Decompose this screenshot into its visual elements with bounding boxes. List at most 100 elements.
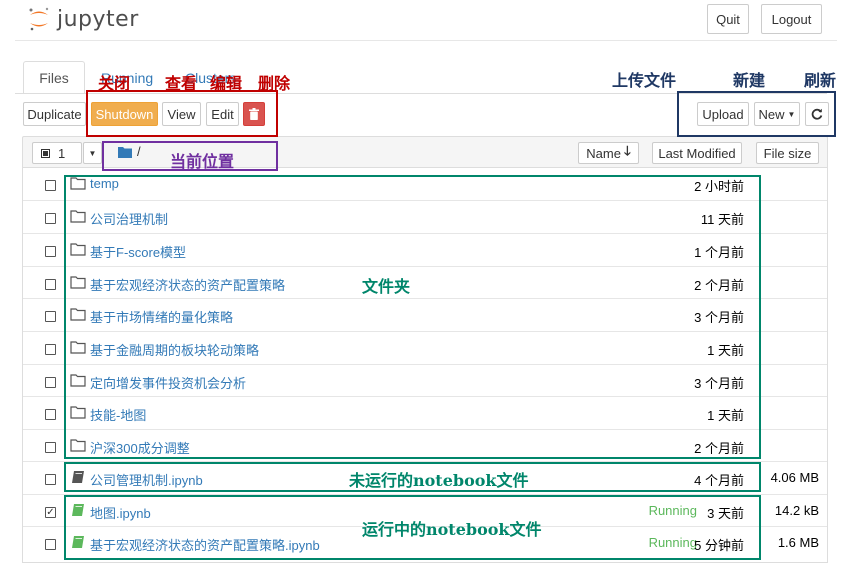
running-indicator: Running — [648, 535, 697, 550]
folder-row[interactable]: 定向增发事件投资机会分析 3 个月前 — [23, 364, 827, 396]
delete-button[interactable] — [243, 102, 265, 126]
tab-divider — [15, 93, 827, 94]
row-checkbox[interactable] — [45, 279, 56, 290]
folder-icon — [70, 374, 86, 387]
file-list-header: 1 ▼ / Name 🡓 Last Modified File size — [22, 136, 828, 168]
folder-row[interactable]: 公司治理机制 11 天前 — [23, 200, 827, 232]
jupyter-logo[interactable]: jupyter — [27, 5, 139, 33]
folder-row[interactable]: 技能-地图 1 天前 — [23, 396, 827, 428]
row-modified: 11 天前 — [700, 212, 744, 227]
row-name-link[interactable]: 沪深300成分调整 — [90, 438, 190, 457]
current-path[interactable]: / — [118, 144, 141, 159]
row-modified: 4 个月前 — [694, 473, 744, 488]
annotation-edit: 编辑 — [210, 74, 243, 93]
row-checkbox[interactable] — [45, 311, 56, 322]
edit-button[interactable]: Edit — [206, 102, 239, 126]
upload-button[interactable]: Upload — [697, 102, 749, 126]
row-size: 4.06 MB — [770, 470, 819, 485]
folder-icon — [70, 341, 86, 354]
folder-row[interactable]: 基于宏观经济状态的资产配置策略 2 个月前 — [23, 266, 827, 298]
view-button[interactable]: View — [162, 102, 201, 126]
caret-down-icon: ▼ — [88, 148, 97, 158]
running-indicator: Running — [648, 503, 697, 518]
folder-row[interactable]: 基于金融周期的板块轮动策略 1 天前 — [23, 331, 827, 363]
refresh-button[interactable] — [805, 102, 829, 126]
logout-button[interactable]: Logout — [761, 4, 822, 34]
row-checkbox[interactable] — [45, 474, 56, 485]
row-modified: 3 个月前 — [694, 376, 744, 391]
annotation-shutdown: 关闭 — [98, 74, 131, 93]
select-caret-button[interactable]: ▼ — [83, 142, 102, 164]
row-modified: 1 天前 — [707, 408, 744, 423]
row-modified: 1 个月前 — [694, 245, 744, 260]
folder-row[interactable]: 基于F-score模型 1 个月前 — [23, 233, 827, 265]
row-modified: 5 分钟前 — [694, 538, 744, 553]
jupyter-logo-icon — [29, 7, 49, 31]
row-name-link[interactable]: 基于F-score模型 — [90, 242, 186, 261]
caret-down-icon: ▼ — [787, 109, 796, 119]
row-checkbox[interactable] — [45, 246, 56, 257]
row-modified: 2 小时前 — [694, 179, 744, 194]
row-modified: 1 天前 — [707, 343, 744, 358]
annotation-running-notebook: 运行中的notebook文件 — [362, 520, 542, 539]
trash-icon — [249, 108, 259, 120]
annotation-folders: 文件夹 — [362, 277, 411, 296]
sort-name-button[interactable]: Name 🡓 — [578, 142, 639, 164]
row-modified: 3 天前 — [707, 506, 744, 521]
row-name-link[interactable]: 基于金融周期的板块轮动策略 — [90, 340, 259, 359]
select-all-dropdown[interactable]: 1 — [32, 142, 82, 164]
row-name-link[interactable]: 基于宏观经济状态的资产配置策略.ipynb — [90, 535, 320, 554]
tab-files[interactable]: Files — [23, 61, 85, 94]
duplicate-button[interactable]: Duplicate — [23, 102, 86, 126]
notebook-icon — [72, 504, 84, 516]
path-text: / — [137, 144, 141, 159]
folder-icon — [70, 406, 86, 419]
row-name-link[interactable]: 公司管理机制.ipynb — [90, 470, 203, 489]
row-name-link[interactable]: 地图.ipynb — [90, 503, 151, 522]
annotation-view: 查看 — [165, 74, 198, 93]
row-checkbox[interactable] — [45, 180, 56, 191]
folder-row[interactable]: 基于市场情绪的量化策略 3 个月前 — [23, 298, 827, 330]
selected-count: 1 — [58, 145, 66, 161]
row-name-link[interactable]: 公司治理机制 — [90, 209, 168, 228]
folder-icon — [70, 308, 86, 321]
new-button-label: New — [758, 106, 785, 122]
sort-size-button[interactable]: File size — [756, 142, 819, 164]
folder-icon — [70, 210, 86, 223]
row-name-link[interactable]: 基于宏观经济状态的资产配置策略 — [90, 275, 285, 294]
row-checkbox[interactable] — [45, 442, 56, 453]
folder-row[interactable]: 沪深300成分调整 2 个月前 — [23, 429, 827, 461]
folder-icon — [70, 439, 86, 452]
row-size: 14.2 kB — [774, 503, 819, 518]
folder-icon — [70, 243, 86, 256]
refresh-icon — [811, 108, 823, 120]
folder-filled-icon — [118, 146, 132, 158]
row-name-link[interactable]: temp — [90, 176, 119, 191]
annotation-upload: 上传文件 — [612, 71, 677, 90]
header-divider — [15, 40, 837, 41]
folder-icon — [70, 177, 86, 190]
quit-button[interactable]: Quit — [707, 4, 749, 34]
row-modified: 2 个月前 — [694, 278, 744, 293]
sort-modified-button[interactable]: Last Modified — [652, 142, 742, 164]
shutdown-button[interactable]: Shutdown — [91, 102, 158, 126]
app-name: jupyter — [57, 6, 139, 32]
row-name-link[interactable]: 基于市场情绪的量化策略 — [90, 307, 233, 326]
row-modified: 2 个月前 — [694, 441, 744, 456]
notebook-icon — [72, 536, 84, 548]
new-dropdown-button[interactable]: New ▼ — [754, 102, 800, 126]
row-name-link[interactable]: 定向增发事件投资机会分析 — [90, 373, 246, 392]
annotation-refresh: 刷新 — [804, 71, 837, 90]
folder-icon — [70, 276, 86, 289]
row-checkbox[interactable] — [45, 213, 56, 224]
row-modified: 3 个月前 — [694, 310, 744, 325]
annotation-current-location: 当前位置 — [170, 152, 235, 171]
folder-row[interactable]: temp 2 小时前 — [23, 168, 827, 200]
row-checkbox[interactable]: ✓ — [45, 507, 56, 518]
annotation-new: 新建 — [733, 71, 766, 90]
row-checkbox[interactable] — [45, 409, 56, 420]
row-checkbox[interactable] — [45, 377, 56, 388]
row-checkbox[interactable] — [45, 344, 56, 355]
row-checkbox[interactable] — [45, 539, 56, 550]
row-name-link[interactable]: 技能-地图 — [90, 405, 146, 424]
